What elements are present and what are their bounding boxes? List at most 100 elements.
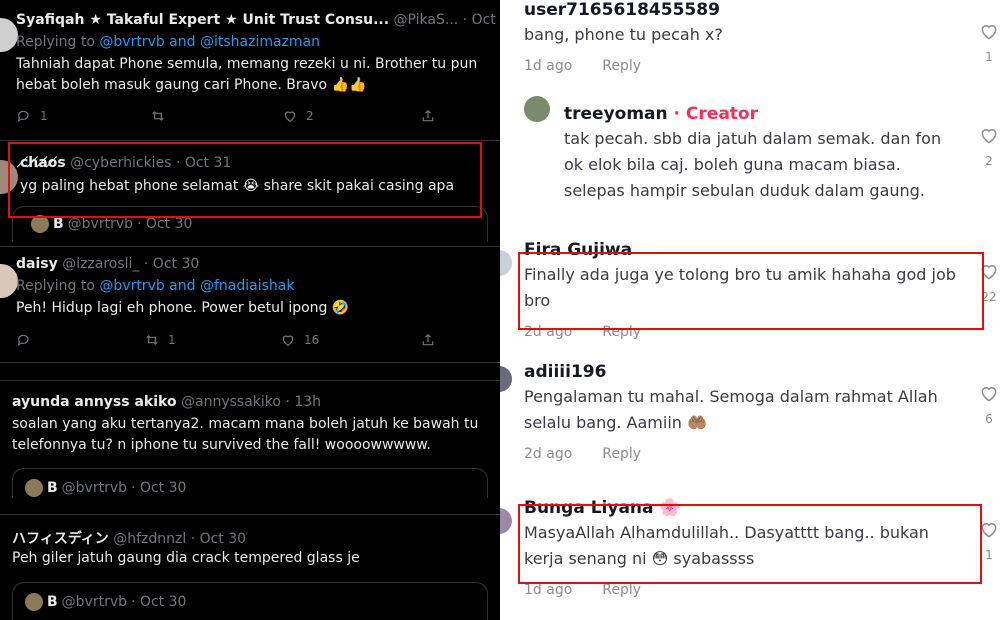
comment-meta: 2d ago Reply (524, 446, 641, 462)
like-button[interactable]: 1 (978, 22, 1000, 64)
highlight-box (518, 504, 982, 584)
tweet-text: Peh giler jatuh gaung dia crack tempered… (12, 550, 360, 566)
tweet-author-name[interactable]: ハフィスディン (12, 531, 109, 547)
retweet-count: 1 (168, 333, 176, 347)
divider (0, 362, 500, 363)
comment-age: 1d ago (524, 58, 573, 74)
replying-to: Replying to @bvrtrvb and @fnadiaishak (16, 278, 294, 294)
tweet-author-name[interactable]: ayunda annyss akiko (12, 394, 177, 410)
divider (0, 380, 500, 381)
quoted-author-name: B (47, 480, 58, 496)
quoted-author-handle: @bvrtrvb (61, 594, 128, 610)
replying-to-label: Replying to (16, 278, 95, 294)
heart-icon (284, 111, 296, 123)
heart-icon (981, 523, 997, 538)
quoted-time: · Oct 30 (137, 216, 193, 232)
tweet-author-name[interactable]: Syafiqah ★ Takaful Expert ★ Unit Trust C… (16, 12, 389, 28)
comment-text: tak pecah. sbb dia jatuh dalam semak. da… (564, 129, 942, 200)
tweet-header: Syafiqah ★ Takaful Expert ★ Unit Trust C… (16, 12, 500, 28)
replying-to-users[interactable]: @bvrtrvb and @fnadiaishak (99, 278, 294, 294)
tweet-text: Peh! Hidup lagi eh phone. Power betul ip… (16, 300, 350, 316)
like-button[interactable]: 6 (978, 384, 1000, 426)
like-count: 6 (985, 412, 993, 426)
quoted-tweet[interactable]: B @bvrtrvb · Oct 30 (12, 468, 488, 498)
share-icon (422, 109, 434, 122)
retweet-button[interactable] (150, 108, 174, 124)
like-button[interactable]: 2 (978, 126, 1000, 168)
reply-icon (17, 334, 29, 346)
heart-icon (981, 25, 997, 40)
avatar[interactable] (500, 508, 512, 534)
like-count: 2 (985, 154, 993, 168)
reply-count: 1 (40, 109, 48, 123)
reply-button[interactable] (16, 332, 40, 348)
quoted-tweet-header: B @bvrtrvb · Oct 30 (25, 479, 186, 497)
quoted-tweet[interactable]: B @bvrtrvb · Oct 30 (12, 582, 488, 620)
comment-text: Pengalaman tu mahal. Semoga dalam rahmat… (524, 387, 938, 432)
quoted-time: · Oct 30 (131, 594, 187, 610)
like-count: 1 (985, 50, 993, 64)
reply-icon (17, 110, 29, 122)
tweet-actions: 1 16 (16, 332, 456, 352)
avatar[interactable] (500, 250, 512, 276)
share-button[interactable] (420, 332, 436, 348)
share-icon (422, 333, 434, 346)
tweet-text: soalan yang aku tertanya2. macam mana bo… (12, 416, 479, 453)
quoted-author-name: B (47, 594, 58, 610)
tweet-author-name[interactable]: daisy (16, 256, 58, 272)
comment-meta: 1d ago Reply (524, 58, 641, 74)
tweet-author-handle[interactable]: @PikaS... (394, 12, 459, 28)
replying-to-users[interactable]: @bvrtrvb and @itshazimazman (99, 34, 320, 50)
reply-button[interactable]: Reply (602, 446, 641, 462)
tweet-author-handle[interactable]: @izzarosli_ (62, 256, 139, 272)
comment-age: 1d ago (524, 582, 573, 598)
comment-author-name[interactable]: adiiii196 (524, 362, 606, 382)
replying-to: Replying to @bvrtrvb and @itshazimazman (16, 34, 320, 50)
divider (0, 246, 500, 247)
heart-icon (981, 387, 997, 402)
retweet-button[interactable]: 1 (144, 332, 176, 348)
quoted-author-handle: @bvrtrvb (61, 480, 128, 496)
quoted-tweet-header: B @bvrtrvb · Oct 30 (25, 593, 186, 611)
tweet-header: ハフィスディン @hfzdnnzl · Oct 30 (12, 528, 246, 548)
twitter-replies-panel: Syafiqah ★ Takaful Expert ★ Unit Trust C… (0, 0, 500, 620)
comment-author-name[interactable]: user7165618455589 (524, 0, 720, 20)
tweet-text: Tahniah dapat Phone semula, memang rezek… (16, 56, 478, 93)
like-button[interactable]: 2 (282, 108, 314, 124)
tweet-actions: 1 2 (16, 108, 456, 128)
avatar (25, 479, 43, 497)
avatar[interactable] (500, 366, 512, 392)
avatar[interactable] (524, 96, 550, 122)
tweet-header: daisy @izzarosli_ · Oct 30 (16, 256, 199, 272)
comment-age: 2d ago (524, 446, 573, 462)
reply-button[interactable]: 1 (16, 108, 48, 124)
creator-badge: · Creator (673, 104, 758, 124)
tweet-time[interactable]: · 13h (285, 394, 321, 410)
replying-to-label: Replying to (16, 34, 95, 50)
reply-button[interactable]: Reply (602, 58, 641, 74)
comment-text: bang, phone tu pecah x? (524, 25, 723, 44)
share-button[interactable] (420, 108, 436, 124)
tweet-author-handle[interactable]: @hfzdnnzl (113, 531, 186, 547)
tweet-time[interactable]: · Oct 30 (144, 256, 199, 272)
reply-button[interactable]: Reply (602, 582, 641, 598)
like-button[interactable]: 16 (280, 332, 319, 348)
comment-author-name[interactable]: treeyoman · Creator (564, 104, 758, 124)
tweet-author-handle[interactable]: @annyssakiko (181, 394, 281, 410)
highlight-box (8, 142, 482, 218)
quoted-author-name: B (53, 216, 64, 232)
highlight-box (518, 252, 984, 330)
heart-icon (981, 129, 997, 144)
divider (0, 140, 500, 141)
quoted-time: · Oct 30 (131, 480, 187, 496)
like-count: 2 (306, 109, 314, 123)
author-name-text: treeyoman (564, 104, 668, 124)
comment-meta: 1d ago Reply (524, 582, 641, 598)
tweet-time[interactable]: · Oct 30 (463, 12, 500, 28)
tweet-time[interactable]: · Oct 30 (191, 531, 246, 547)
quoted-author-handle: @bvrtrvb (67, 216, 134, 232)
like-count: 16 (304, 333, 320, 347)
tweet-header: ayunda annyss akiko @annyssakiko · 13h (12, 394, 321, 410)
retweet-icon (146, 335, 158, 345)
divider (0, 514, 500, 515)
